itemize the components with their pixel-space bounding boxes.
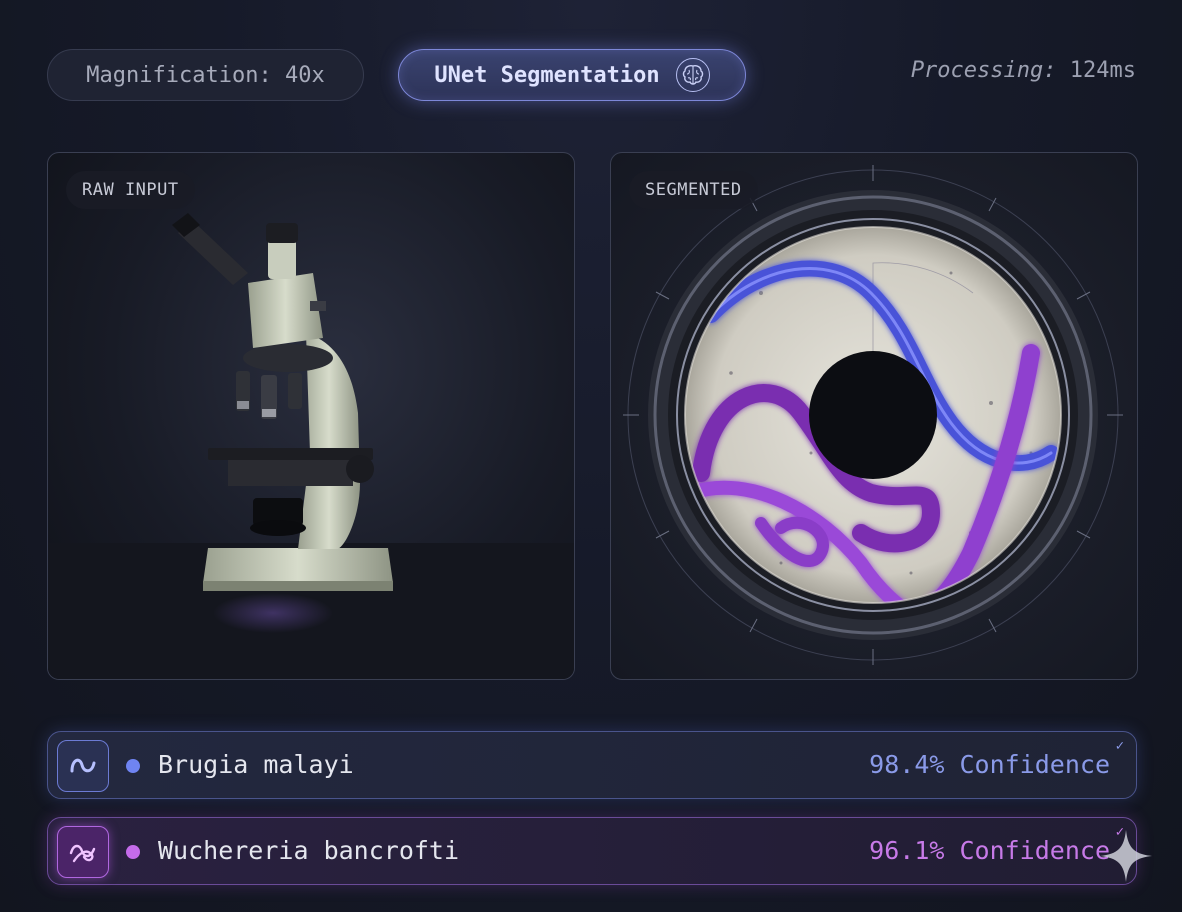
- check-icon: ✓: [1115, 738, 1124, 754]
- species-dot: [126, 845, 140, 859]
- worm-icon: [57, 740, 109, 792]
- raw-input-badge: RAW INPUT: [66, 171, 195, 209]
- brain-icon: [675, 58, 710, 92]
- model-label: UNet Segmentation: [434, 62, 660, 88]
- confidence-value: 96.1% Confidence: [869, 836, 1110, 865]
- processing-label: Processing:: [910, 58, 1057, 83]
- processing-value: 124ms: [1056, 58, 1136, 83]
- magnification-label: Magnification: 40x: [86, 62, 325, 88]
- species-dot: [126, 759, 140, 773]
- magnification-badge[interactable]: Magnification: 40x: [47, 49, 364, 101]
- microscope-image: [48, 213, 574, 679]
- segmented-panel: SEGMENTED: [610, 152, 1138, 680]
- species-name: Wuchereria bancrofti: [158, 836, 460, 865]
- model-button[interactable]: UNet Segmentation: [398, 49, 746, 101]
- result-row-brugia[interactable]: Brugia malayi 98.4% Confidence ✓: [47, 731, 1137, 799]
- segmented-image: [623, 165, 1123, 665]
- species-name: Brugia malayi: [158, 750, 354, 779]
- processing-time: Processing: 124ms: [911, 58, 1136, 83]
- raw-input-panel: RAW INPUT: [47, 152, 575, 680]
- confidence-value: 98.4% Confidence: [869, 750, 1110, 779]
- raw-input-label: RAW INPUT: [82, 180, 179, 200]
- segmented-label: SEGMENTED: [645, 180, 742, 200]
- sparkle-icon: [1100, 830, 1152, 882]
- tangled-worm-icon: [57, 826, 109, 878]
- segmented-badge: SEGMENTED: [629, 171, 758, 209]
- result-row-wuchereria[interactable]: Wuchereria bancrofti 96.1% Confidence ✓: [47, 817, 1137, 885]
